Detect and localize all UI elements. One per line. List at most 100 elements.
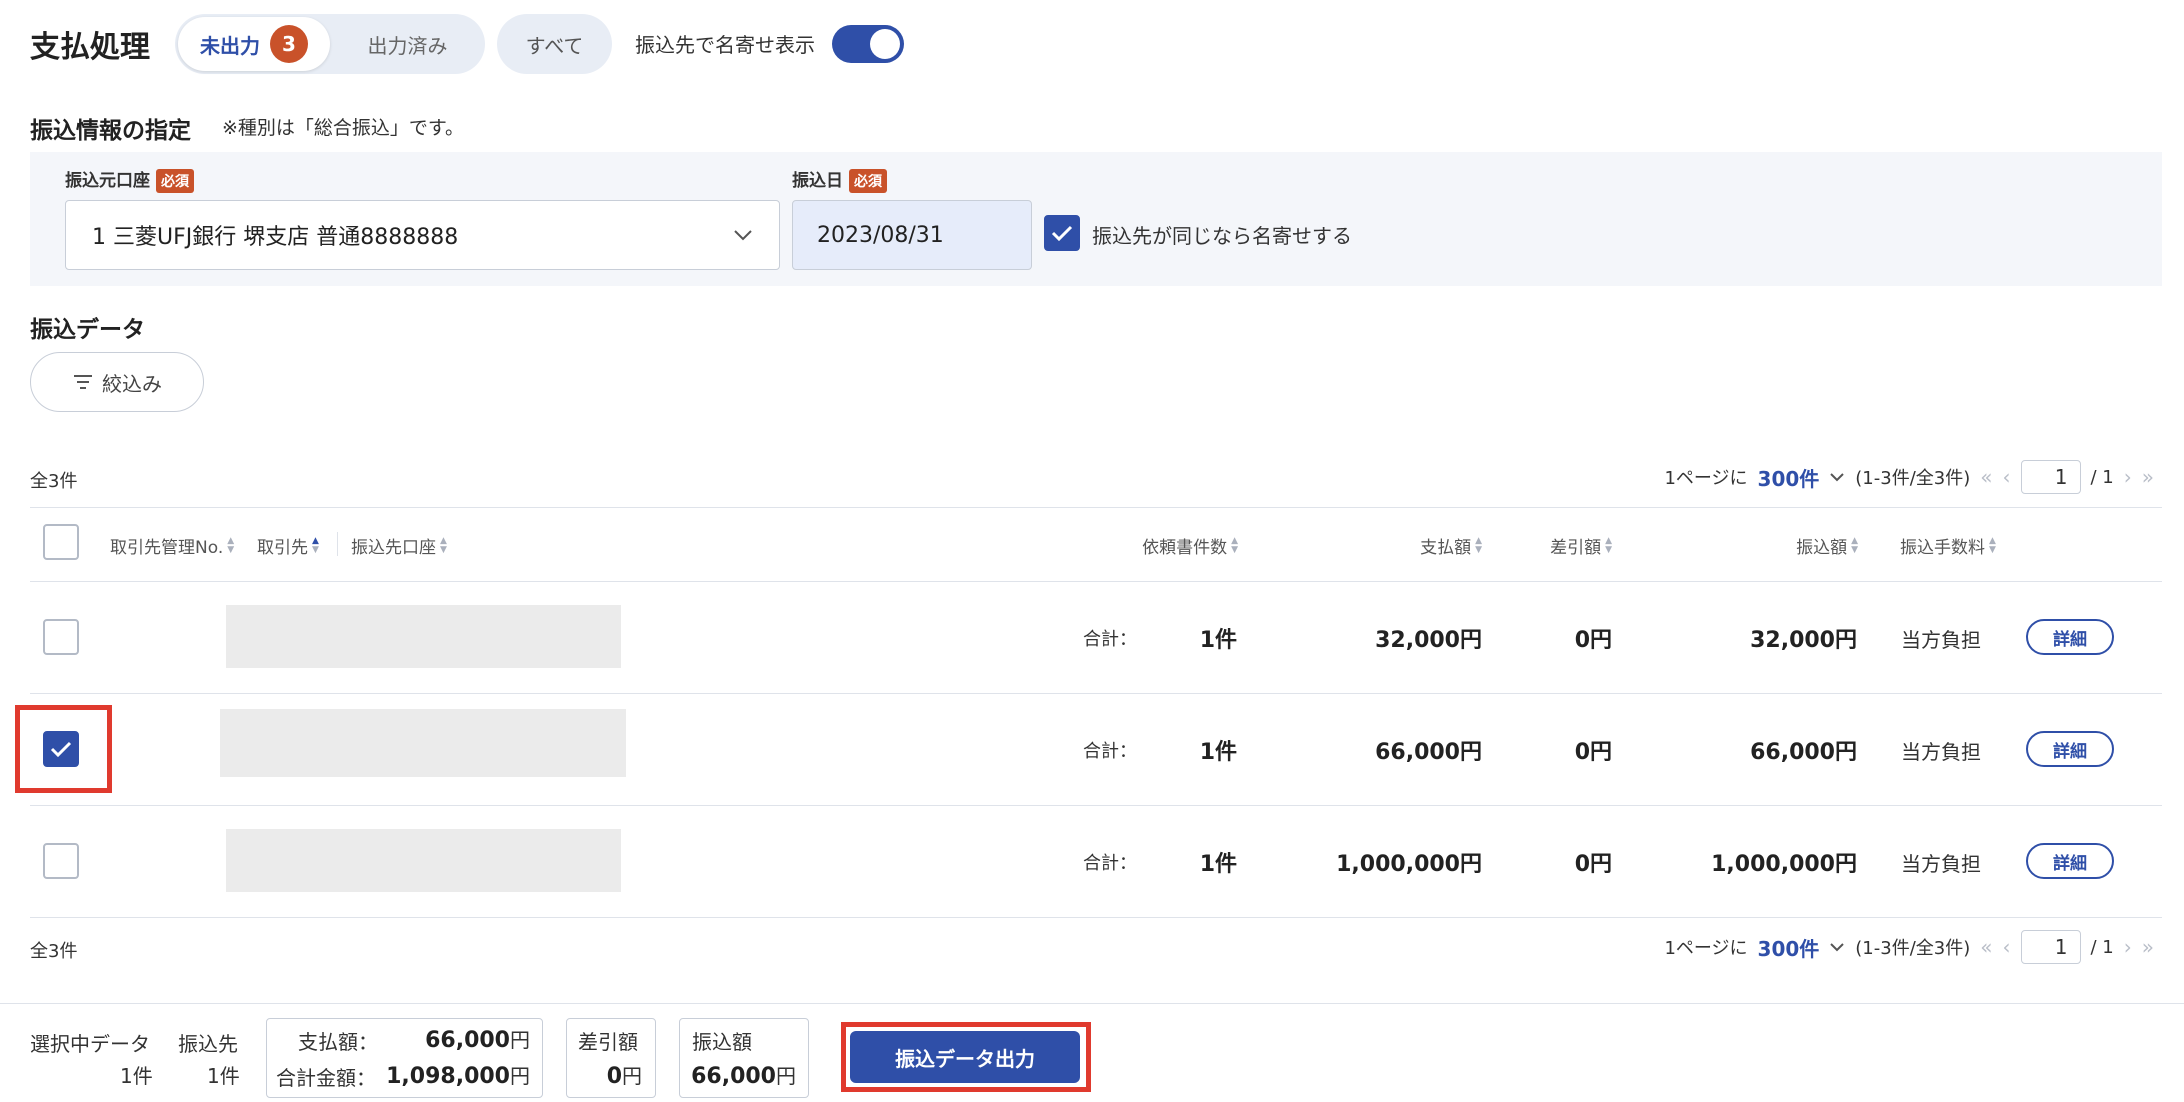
transfer-label: 振込額 [692, 1030, 752, 1054]
header-payment[interactable]: 支払額 ▲ ▼ [1420, 533, 1482, 558]
prev-page-icon[interactable]: ‹ [2003, 465, 2011, 489]
header-payment-label: 支払額 [1420, 538, 1472, 558]
deduction-label: 差引額 [578, 1030, 638, 1054]
total-amount-label: 合計金額： [276, 1066, 376, 1090]
total-count: 全3件 [30, 471, 78, 492]
row-fee: 当方負担 [1901, 852, 1981, 876]
row-payment: 1,000,000円 [1336, 852, 1482, 877]
select-all-checkbox[interactable] [43, 524, 79, 560]
next-page-icon[interactable]: › [2124, 935, 2132, 959]
last-page-icon[interactable]: » [2142, 465, 2154, 489]
merge-display-toggle[interactable] [832, 25, 904, 63]
merge-display-label: 振込先で名寄せ表示 [635, 33, 815, 57]
table-top-divider [30, 507, 2162, 508]
header-partner[interactable]: 取引先 ▲ ▼ [257, 533, 319, 558]
filter-button[interactable]: 絞込み [30, 352, 204, 412]
row-transfer: 1,000,000円 [1711, 852, 1857, 877]
row-divider [30, 917, 2162, 918]
row-checkbox[interactable] [43, 731, 79, 767]
prev-page-icon[interactable]: ‹ [2003, 935, 2011, 959]
row-count: 1件 [1199, 628, 1237, 653]
per-page-select[interactable]: 300件 [1758, 933, 1820, 962]
yen-unit: 円 [622, 1064, 642, 1088]
page-input[interactable]: 1 [2020, 460, 2081, 494]
header-mgmt-no[interactable]: 取引先管理No. ▲ ▼ [110, 533, 234, 558]
filter-icon [74, 375, 92, 389]
sort-icon: ▲ ▼ [1851, 535, 1858, 555]
payee-label: 振込先 [178, 1032, 238, 1056]
toggle-knob [870, 29, 900, 59]
next-page-icon[interactable]: › [2124, 465, 2132, 489]
row-checkbox[interactable] [43, 619, 79, 655]
selected-data-label: 選択中データ [30, 1032, 150, 1056]
check-icon [50, 741, 72, 758]
last-page-icon[interactable]: » [2142, 935, 2154, 959]
transfer-type-note: ※種別は「総合振込」です。 [222, 117, 465, 139]
header-partner-label: 取引先 [257, 538, 308, 558]
page-input[interactable]: 1 [2020, 930, 2081, 964]
chevron-down-icon[interactable] [1829, 942, 1845, 952]
row-payment: 66,000円 [1375, 740, 1482, 765]
yen-unit: 円 [510, 1028, 530, 1052]
tab-all[interactable]: すべて [497, 14, 612, 74]
row-deduction: 0円 [1574, 852, 1612, 877]
sort-icon: ▲ ▼ [1989, 535, 1996, 555]
transfer-date-label: 振込日 必須 [792, 166, 887, 193]
yen-unit: 円 [776, 1064, 796, 1088]
row-fee: 当方負担 [1901, 740, 1981, 764]
source-account-label: 振込元口座 必須 [65, 166, 194, 193]
row-checkbox[interactable] [43, 843, 79, 879]
selected-data-value: 1件 [120, 1064, 153, 1088]
pagination-bottom: 1ページに 300件 (1-3件/全3件) « ‹ 1 / 1 › » [1664, 930, 2154, 964]
transfer-date-label-text: 振込日 [792, 171, 843, 191]
header-fee-label: 振込手数料 [1900, 538, 1985, 558]
transfer-date-input[interactable]: 2023/08/31 [792, 200, 1032, 270]
header-deduction[interactable]: 差引額 ▲ ▼ [1550, 533, 1612, 558]
redacted-partner-info [220, 709, 626, 777]
header-transfer[interactable]: 振込額 ▲ ▼ [1796, 533, 1858, 558]
count-badge: 3 [270, 25, 308, 63]
first-page-icon[interactable]: « [1980, 465, 1992, 489]
header-transfer-label: 振込額 [1796, 538, 1848, 558]
transfer-info-title: 振込情報の指定 [30, 118, 191, 144]
transfer-amount: 66,000円 [691, 1060, 796, 1089]
page-total: / 1 [2090, 936, 2114, 958]
required-badge: 必須 [849, 169, 887, 193]
row-count: 1件 [1199, 852, 1237, 877]
total-count: 全3件 [30, 941, 78, 962]
total-amount: 1,098,000円 [386, 1060, 530, 1089]
row-payment: 32,000円 [1375, 628, 1482, 653]
range-text: (1-3件/全3件) [1855, 468, 1971, 489]
sum-label: 合計： [1083, 629, 1137, 650]
header-account-label: 振込先口座 [351, 538, 436, 558]
sum-label: 合計： [1083, 853, 1137, 874]
chevron-down-icon[interactable] [1829, 472, 1845, 482]
deduction-value: 0 [606, 1064, 622, 1089]
payment-value: 66,000 [425, 1028, 510, 1053]
detail-button[interactable]: 詳細 [2026, 731, 2114, 767]
header-count-label: 依頼書件数 [1142, 538, 1228, 558]
detail-button[interactable]: 詳細 [2026, 619, 2114, 655]
header-fee[interactable]: 振込手数料 ▲ ▼ [1900, 533, 1996, 558]
header-divider [337, 532, 338, 556]
sort-icon: ▲ ▼ [1605, 535, 1612, 555]
header-account[interactable]: 振込先口座 ▲ ▼ [351, 533, 447, 558]
redacted-partner-info [226, 829, 621, 892]
tab-exported[interactable]: 出力済み [335, 17, 480, 71]
total-amount-value: 1,098,000 [386, 1064, 510, 1089]
export-transfer-data-button[interactable]: 振込データ出力 [850, 1031, 1080, 1083]
tab-unexported[interactable]: 未出力 3 [178, 17, 330, 71]
merge-checkbox[interactable] [1044, 215, 1080, 251]
transfer-data-title: 振込データ [30, 317, 145, 343]
yen-unit: 円 [510, 1064, 530, 1088]
sum-label: 合計： [1083, 741, 1137, 762]
required-badge: 必須 [156, 169, 194, 193]
header-count[interactable]: 依頼書件数 ▲ ▼ [1142, 533, 1238, 558]
source-account-select[interactable]: 1 三菱UFJ銀行 堺支店 普通8888888 [65, 200, 780, 270]
sort-icon: ▲ ▼ [1475, 535, 1482, 555]
header-deduction-label: 差引額 [1550, 538, 1602, 558]
first-page-icon[interactable]: « [1980, 935, 1992, 959]
filter-label: 絞込み [102, 371, 162, 396]
detail-button[interactable]: 詳細 [2026, 843, 2114, 879]
per-page-select[interactable]: 300件 [1758, 463, 1820, 492]
